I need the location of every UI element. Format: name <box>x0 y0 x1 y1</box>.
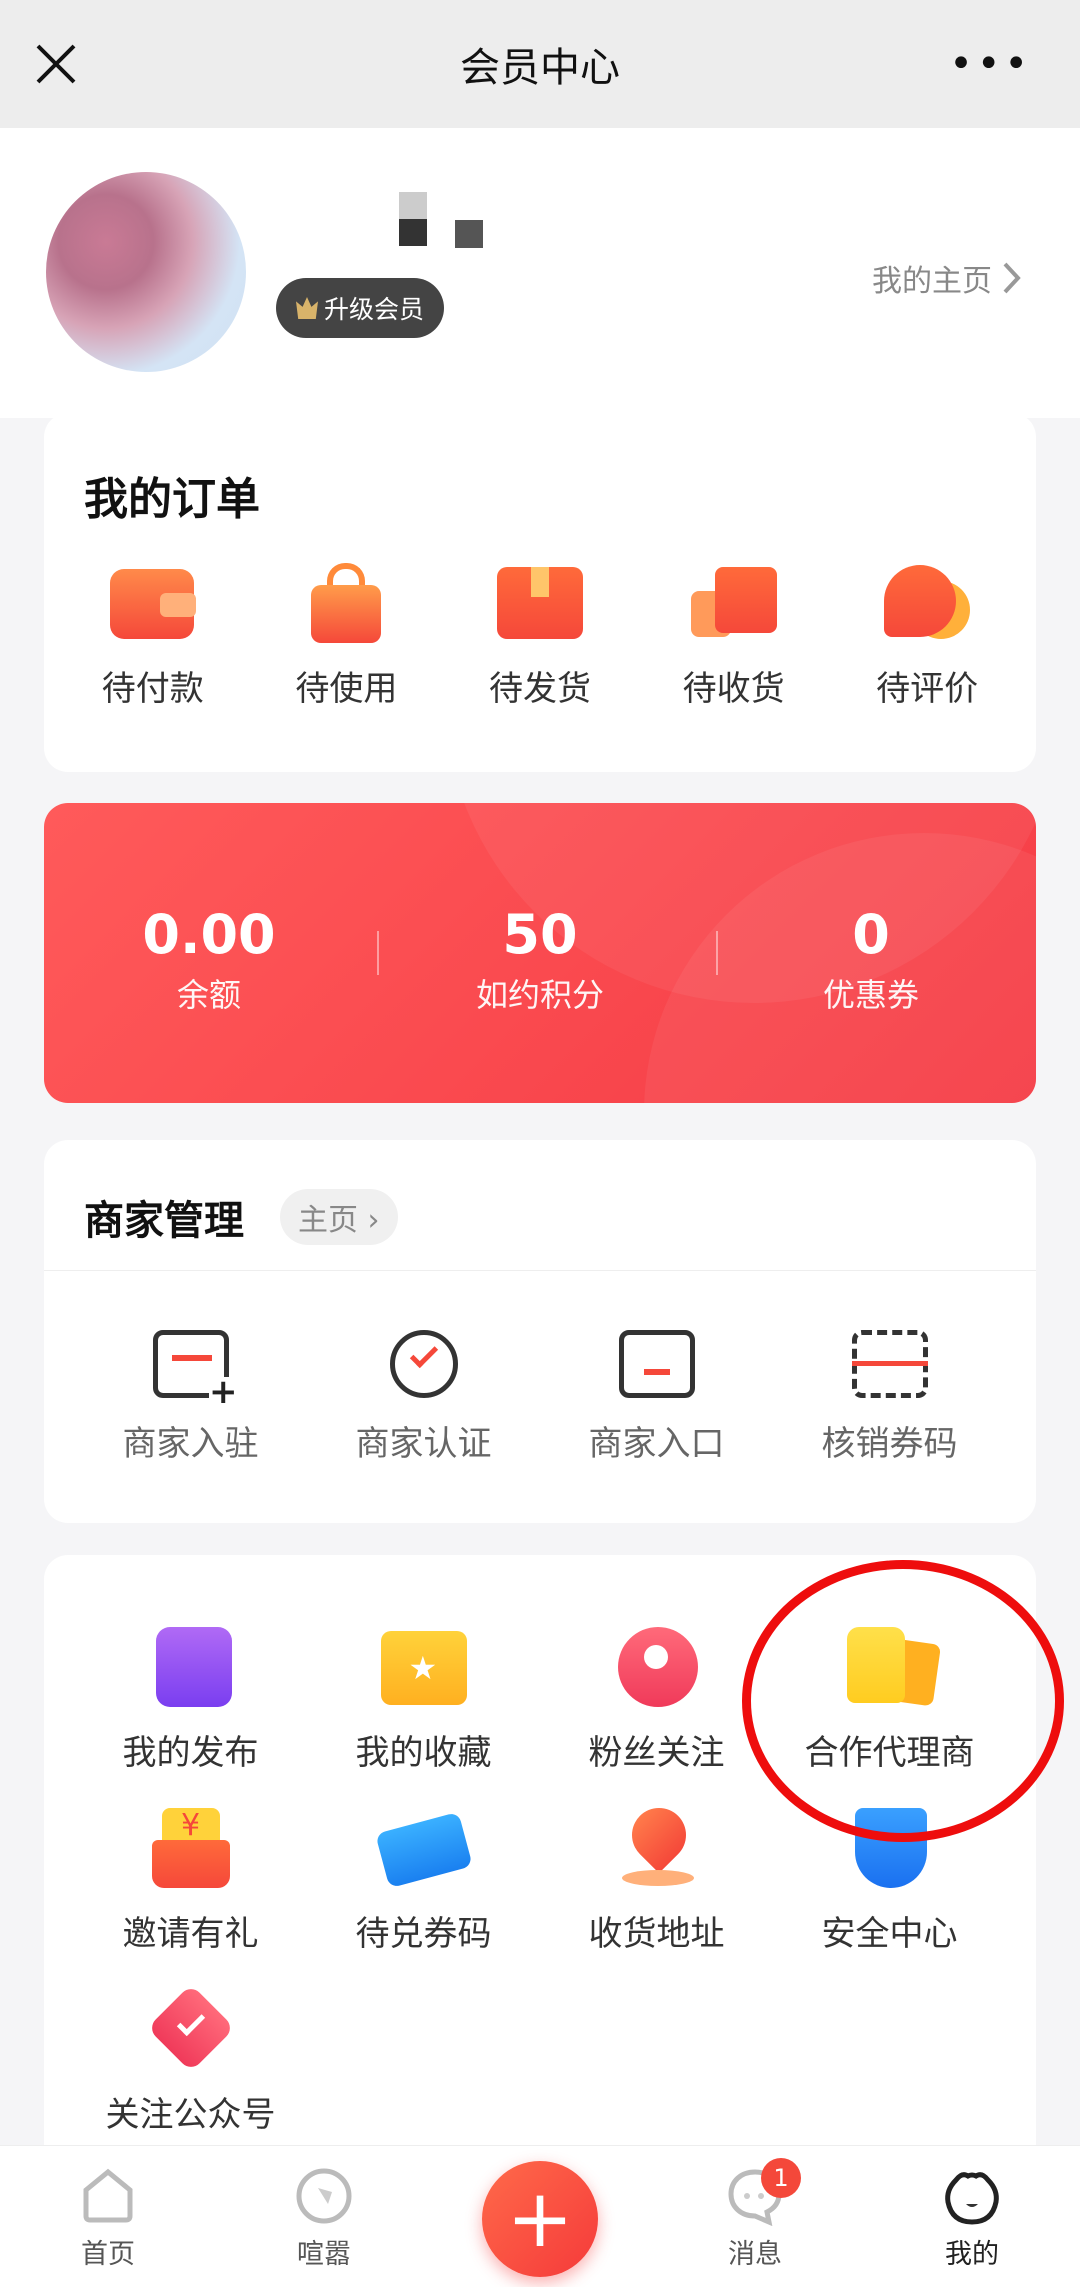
my-homepage-link[interactable]: 我的主页 <box>872 256 1022 300</box>
shopping-bag-icon <box>303 563 389 643</box>
verified-badge-icon <box>389 1330 458 1398</box>
avatar[interactable] <box>46 172 246 372</box>
comment-icon <box>884 563 971 643</box>
page-title: 会员中心 <box>460 45 620 91</box>
merchant-card: 商家管理 主页 › + 商家入驻 商家认证 商家入口 核销券码 <box>44 1140 1036 1523</box>
ticket-icon <box>374 1808 473 1889</box>
bottom-nav: 首页 喧嚣 + 消息 1 我的 <box>0 2145 1080 2287</box>
tools-card: 我的发布 ★ 我的收藏 粉丝关注 合作代理商 ¥ 邀请有礼 待兑券码 收货地址 安全… <box>44 1555 1036 2175</box>
scan-icon <box>851 1330 928 1398</box>
coupons-stat[interactable]: 0 优惠券 <box>706 903 1036 1016</box>
more-dots-icon[interactable]: ••• <box>949 44 1032 84</box>
order-pending-receipt[interactable]: 待收货 <box>683 563 785 710</box>
close-icon[interactable] <box>32 40 80 88</box>
merchant-verify[interactable]: 商家认证 <box>307 1330 540 1465</box>
balance-stat[interactable]: 0.00 余额 <box>44 903 374 1016</box>
order-pending-review[interactable]: 待评价 <box>876 563 978 710</box>
my-posts[interactable]: 我的发布 <box>74 1627 307 1774</box>
nav-discover[interactable]: 喧嚣 <box>264 2166 384 2271</box>
shield-icon <box>847 1808 933 1888</box>
my-favorites[interactable]: ★ 我的收藏 <box>307 1627 540 1774</box>
homepage-label: 我的主页 <box>872 264 992 299</box>
fans-icon <box>614 1627 700 1707</box>
merchant-join[interactable]: + 商家入驻 <box>74 1330 307 1465</box>
red-envelope-icon: ¥ <box>148 1808 234 1888</box>
home-icon <box>83 2168 133 2223</box>
badge-label: 升级会员 <box>324 295 425 324</box>
partner-agent[interactable]: 合作代理商 <box>773 1627 1006 1774</box>
nav-home[interactable]: 首页 <box>48 2166 168 2271</box>
order-pending-payment[interactable]: 待付款 <box>102 563 204 710</box>
truck-icon <box>690 563 777 643</box>
pending-coupons[interactable]: 待兑券码 <box>307 1808 540 1955</box>
wallet-icon <box>109 563 196 643</box>
edit-icon <box>148 1627 234 1707</box>
orders-title: 我的订单 <box>84 474 260 525</box>
security-center[interactable]: 安全中心 <box>773 1808 1006 1955</box>
chevron-right-icon <box>1003 262 1021 294</box>
merchant-home-pill[interactable]: 主页 › <box>280 1189 398 1245</box>
crown-icon <box>296 297 318 319</box>
compass-icon <box>296 2168 352 2224</box>
merchant-title: 商家管理 <box>84 1198 244 1244</box>
orders-card: 我的订单 待付款 待使用 待发货 待收货 待评价 <box>44 413 1036 772</box>
nav-messages[interactable]: 消息 1 <box>695 2158 815 2271</box>
wallet-card: 0.00 余额 50 如约积分 0 优惠券 <box>44 803 1036 1103</box>
follow-official-account[interactable]: 关注公众号 <box>74 1984 307 2136</box>
location-icon <box>614 1796 700 1888</box>
store-add-icon: + <box>152 1330 238 1409</box>
star-folder-icon: ★ <box>380 1627 467 1707</box>
thumbs-up-icon <box>846 1627 941 1707</box>
shipping-address[interactable]: 收货地址 <box>540 1796 773 1955</box>
invite-reward[interactable]: ¥ 邀请有礼 <box>74 1808 307 1955</box>
order-pending-ship[interactable]: 待发货 <box>489 563 591 710</box>
points-stat[interactable]: 50 如约积分 <box>375 903 705 1016</box>
store-icon <box>618 1330 695 1398</box>
profile-section: 升级会员 我的主页 <box>0 128 1080 418</box>
username-blurred <box>455 220 483 248</box>
order-pending-use[interactable]: 待使用 <box>295 563 397 710</box>
profile-face-icon <box>945 2172 999 2225</box>
package-icon <box>496 563 583 643</box>
unread-badge: 1 <box>761 2158 801 2198</box>
nav-me[interactable]: 我的 <box>912 2166 1032 2271</box>
upgrade-member-badge[interactable]: 升级会员 <box>276 278 445 338</box>
merchant-entry[interactable]: 商家入口 <box>540 1330 773 1465</box>
pill-label: 主页 <box>298 1203 358 1238</box>
top-bar: 会员中心 ••• <box>0 0 1080 128</box>
divider <box>44 1270 1036 1271</box>
verify-coupon-code[interactable]: 核销券码 <box>773 1330 1006 1465</box>
check-badge-icon <box>146 1984 235 2072</box>
username-blurred <box>399 192 427 246</box>
fans-follow[interactable]: 粉丝关注 <box>540 1627 773 1774</box>
publish-plus-button[interactable]: + <box>482 2161 598 2277</box>
